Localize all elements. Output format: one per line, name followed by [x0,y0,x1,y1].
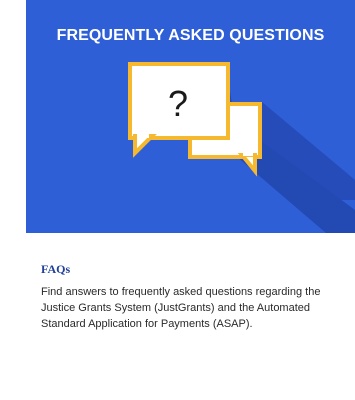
back-bubble-tail [237,153,257,177]
front-bubble-tail [133,134,157,158]
faq-card: FREQUENTLY ASKED QUESTIONS ? FAQs Find a… [26,0,355,400]
question-bubbles-icon: ? [128,62,355,233]
question-mark-glyph: ? [168,83,188,124]
faqs-link[interactable]: FAQs [41,262,355,277]
faqs-description: Find answers to frequently asked questio… [41,286,321,330]
faq-content: FAQs Find answers to frequently asked qu… [41,262,355,332]
faq-banner[interactable]: FREQUENTLY ASKED QUESTIONS ? [26,0,355,233]
